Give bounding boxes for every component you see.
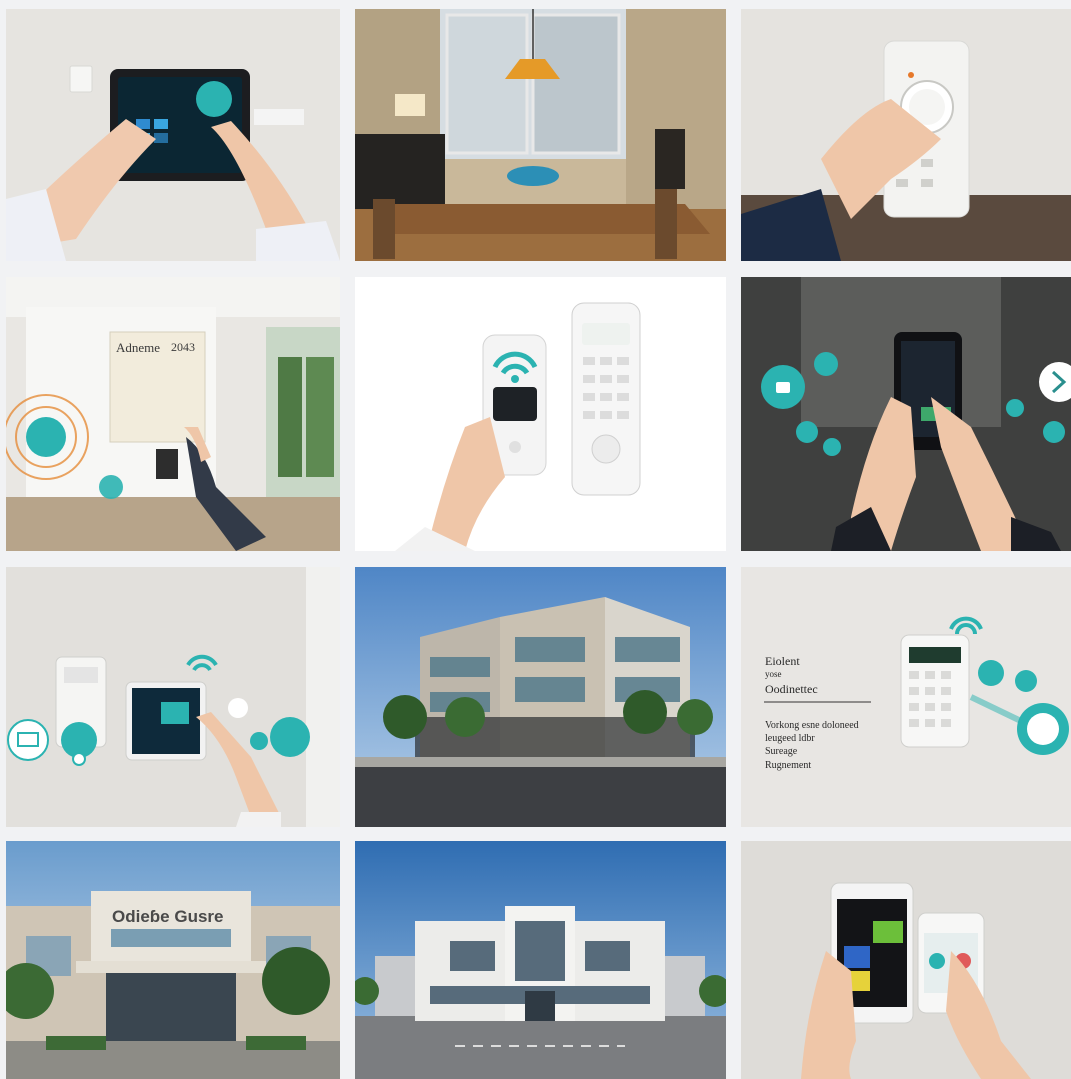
- tile-smartphone-icons: [741, 277, 1071, 551]
- tile-building-facade-sign: Odieɓe Gusre: [6, 841, 340, 1079]
- keypad-body-1: Vorkong esne doloneed: [765, 720, 859, 731]
- lobby-screen-code: 2043: [171, 340, 195, 354]
- keypad-body-3: Sureage: [765, 746, 798, 757]
- keypad-heading-3: Oodinettec: [765, 682, 818, 696]
- keypad-scene: [741, 567, 1071, 827]
- lobby-screen-title: Adneme: [116, 340, 161, 355]
- lobby-scene: [6, 277, 340, 551]
- office-building-scene: [355, 567, 726, 827]
- modern-building-scene: [355, 841, 726, 1079]
- facade-sign: Odieɓe Gusre: [112, 907, 224, 926]
- keypad-heading-2: yose: [765, 669, 782, 679]
- keypad-body-2: leugeed ldbr: [765, 733, 815, 744]
- keypad-body-4: Rugnement: [765, 760, 812, 771]
- facade-scene: [6, 841, 340, 1079]
- tile-wall-tablet-icons: [6, 567, 340, 827]
- wall-tablet-scene: [6, 567, 340, 827]
- tile-office-building: [355, 567, 726, 827]
- dining-room-scene: [355, 9, 726, 261]
- tile-thermostat-dial: [741, 9, 1071, 261]
- tile-keypad-text: Eiolent yose Oodinettec Vorkong esne dol…: [741, 567, 1071, 827]
- two-phones-scene: [741, 841, 1071, 1079]
- tile-two-phones: [741, 841, 1071, 1079]
- image-grid: Adneme 2043 Eiolent yose Oodinettec Vork…: [0, 0, 1071, 1079]
- tile-modern-building: [355, 841, 726, 1079]
- tablet-wall-scene: [6, 9, 340, 261]
- smartphone-scene: [741, 277, 1071, 551]
- remotes-scene: [355, 277, 726, 551]
- tile-dining-room: [355, 9, 726, 261]
- keypad-heading-1: Eiolent: [765, 654, 800, 668]
- tile-tablet-wall-panel: [6, 9, 340, 261]
- tile-remote-controls: [355, 277, 726, 551]
- thermostat-scene: [741, 9, 1071, 261]
- tile-lobby-access-screen: Adneme 2043: [6, 277, 340, 551]
